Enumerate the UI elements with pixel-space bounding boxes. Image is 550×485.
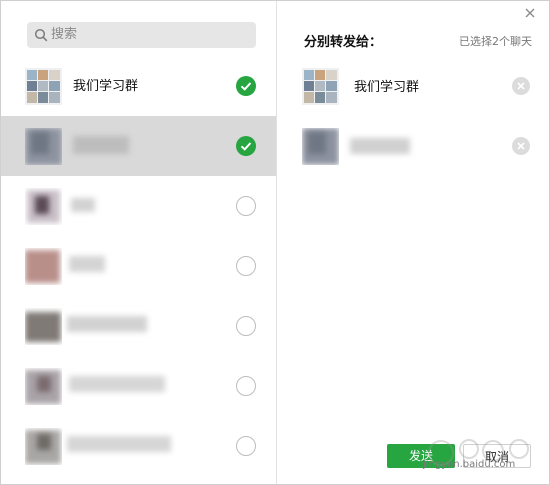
selected-panel: 分别转发给： 已选择2个聊天 我们学习群	[278, 1, 550, 484]
blurred-name	[71, 198, 95, 212]
blurred-name	[73, 136, 129, 154]
contact-row[interactable]	[1, 356, 276, 416]
contact-row[interactable]	[1, 116, 276, 176]
contact-avatar	[302, 128, 339, 165]
search-icon	[34, 28, 48, 42]
contact-row[interactable]	[1, 416, 276, 476]
forward-dialog: 搜索 我们学习群 分别转发给： 已选择2个聊天 我们学习群 发送 取消 jing…	[0, 0, 550, 485]
checked-icon[interactable]	[236, 136, 256, 156]
search-box[interactable]: 搜索	[27, 22, 256, 48]
remove-icon[interactable]	[512, 137, 530, 155]
contact-avatar	[25, 308, 62, 345]
unchecked-icon[interactable]	[236, 436, 256, 456]
contact-list: 我们学习群	[1, 56, 276, 476]
contact-list-panel: 搜索 我们学习群	[1, 1, 277, 484]
watermark-text: jingyan.baidu.com	[423, 459, 516, 470]
unchecked-icon[interactable]	[236, 376, 256, 396]
selected-item	[278, 116, 550, 176]
contact-avatar	[25, 188, 62, 225]
contact-row[interactable]: 我们学习群	[1, 56, 276, 116]
contact-avatar	[25, 128, 62, 165]
contact-name: 我们学习群	[73, 79, 139, 94]
close-icon[interactable]	[524, 7, 536, 19]
selected-item: 我们学习群	[278, 56, 550, 116]
blurred-name	[350, 138, 410, 154]
unchecked-icon[interactable]	[236, 316, 256, 336]
unchecked-icon[interactable]	[236, 256, 256, 276]
checked-icon[interactable]	[236, 76, 256, 96]
blurred-name	[67, 436, 171, 452]
selected-name: 我们学习群	[354, 80, 420, 95]
blurred-name	[67, 316, 147, 332]
group-avatar	[25, 68, 62, 105]
blurred-name	[69, 256, 105, 272]
contact-row[interactable]	[1, 176, 276, 236]
unchecked-icon[interactable]	[236, 196, 256, 216]
group-avatar	[302, 68, 339, 105]
panel-title: 分别转发给：	[304, 35, 383, 50]
selection-count: 已选择2个聊天	[459, 35, 532, 48]
contact-avatar	[25, 248, 62, 285]
search-placeholder: 搜索	[51, 27, 78, 42]
blurred-name	[69, 376, 165, 392]
remove-icon[interactable]	[512, 77, 530, 95]
contact-row[interactable]	[1, 296, 276, 356]
contact-row[interactable]	[1, 236, 276, 296]
contact-avatar	[25, 368, 62, 405]
contact-avatar	[25, 428, 62, 465]
